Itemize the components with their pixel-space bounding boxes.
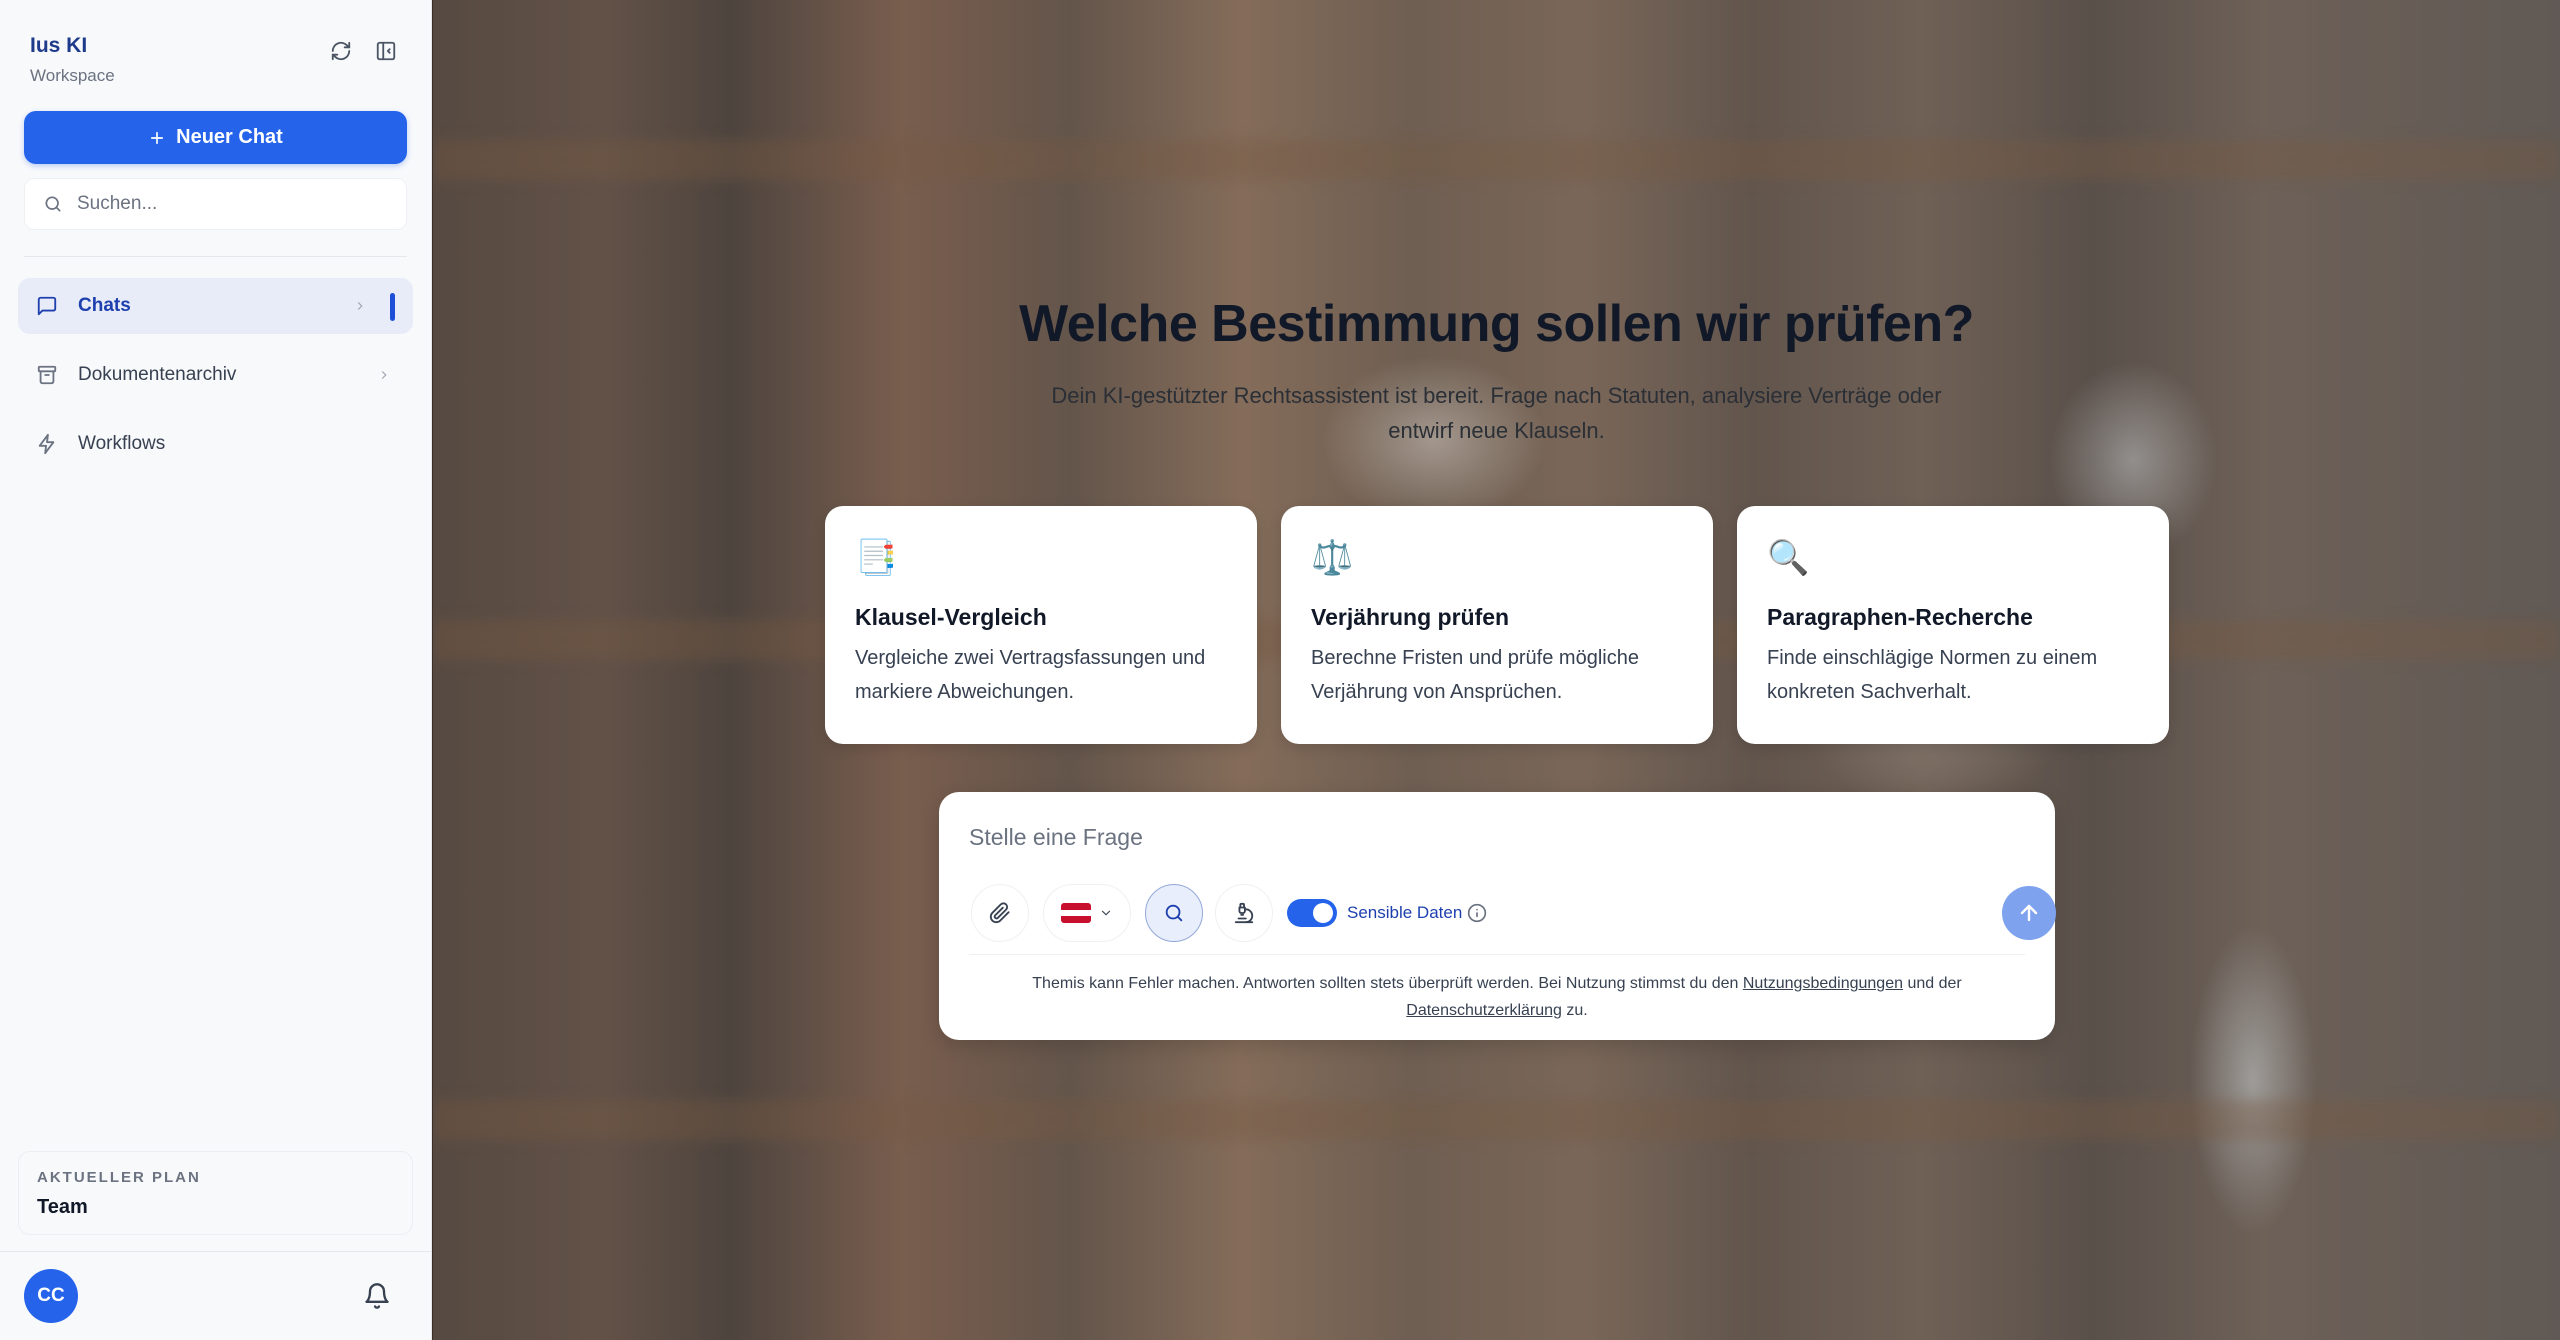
- sidebar: Ius KI Workspace Neuer Chat Chats Dokume…: [0, 0, 432, 1340]
- arrow-up-icon: [2020, 904, 2038, 922]
- plan-name: Team: [37, 1196, 88, 1218]
- composer-divider: [969, 954, 2025, 955]
- sidebar-toggle-icon[interactable]: [373, 38, 399, 64]
- sidebar-item-label: Workflows: [78, 433, 166, 454]
- sensitive-data-label: Sensible Daten: [1347, 903, 1463, 922]
- active-indicator: [390, 293, 395, 321]
- send-button[interactable]: [2002, 886, 2056, 940]
- paperclip-icon: [989, 902, 1010, 924]
- plus-icon: [151, 131, 164, 144]
- question-input[interactable]: [969, 824, 1969, 851]
- privacy-link[interactable]: Datenschutzerklärung: [1406, 1002, 1562, 1019]
- attach-button[interactable]: [971, 884, 1029, 942]
- archive-icon: [37, 365, 57, 385]
- terms-link[interactable]: Nutzungsbedingungen: [1743, 975, 1903, 992]
- message-square-icon: [37, 296, 57, 316]
- jurisdiction-select[interactable]: [1043, 884, 1131, 942]
- new-chat-button[interactable]: Neuer Chat: [24, 111, 407, 164]
- main-area: Welche Bestimmung sollen wir prüfen? Dei…: [433, 0, 2560, 1340]
- card-title: Klausel-Vergleich: [855, 604, 1047, 630]
- microscope-icon: [1234, 902, 1254, 924]
- sidebar-item-chats[interactable]: Chats: [18, 278, 413, 334]
- disclaimer: Themis kann Fehler machen. Antworten sol…: [999, 970, 1995, 1024]
- scales-icon: ⚖️: [1311, 539, 1354, 577]
- chat-composer: Sensible Daten Themis kann Fehler machen…: [939, 792, 2056, 1040]
- magnifier-icon: 🔍: [1767, 539, 1810, 577]
- brand-title: Ius KI: [30, 34, 88, 57]
- new-chat-label: Neuer Chat: [176, 126, 283, 148]
- brand: Ius KI Workspace: [30, 34, 115, 86]
- search-input[interactable]: [77, 193, 377, 215]
- card-description: Finde einschlägige Normen zu einem konkr…: [1767, 647, 2098, 703]
- card-description: Vergleiche zwei Vertragsfassungen und ma…: [855, 647, 1206, 703]
- hero-title: Welche Bestimmung sollen wir prüfen?: [1019, 295, 1974, 353]
- current-plan: AKTUELLER PLAN Team: [18, 1151, 413, 1235]
- card-description: Berechne Fristen und prüfe mögliche Verj…: [1311, 647, 1639, 703]
- suggestion-card-paragraphen-recherche[interactable]: 🔍 Paragraphen-Recherche Finde einschlägi…: [1737, 506, 2169, 744]
- suggestion-card-klausel-vergleich[interactable]: 📑 Klausel-Vergleich Vergleiche zwei Vert…: [825, 506, 1257, 744]
- brand-subtitle: Workspace: [30, 66, 115, 85]
- sidebar-item-workflows[interactable]: Workflows: [18, 416, 413, 472]
- search-box[interactable]: [24, 178, 407, 230]
- footer-divider: [0, 1251, 432, 1252]
- chevron-down-icon: [1101, 910, 1111, 916]
- card-title: Paragraphen-Recherche: [1767, 604, 2033, 630]
- web-search-button[interactable]: [1145, 884, 1203, 942]
- search-icon: [1165, 904, 1183, 922]
- chevron-right-icon: [381, 371, 387, 379]
- hero-subtitle: Dein KI-gestützter Rechtsassistent ist b…: [1051, 383, 1942, 443]
- disclaimer-text: und der: [1903, 975, 1962, 992]
- research-tool-button[interactable]: [1215, 884, 1273, 942]
- search-icon: [45, 196, 61, 212]
- sidebar-item-label: Dokumentenarchiv: [78, 364, 237, 385]
- avatar[interactable]: CC: [24, 1269, 78, 1323]
- austria-flag-icon: [1061, 903, 1091, 923]
- card-title: Verjährung prüfen: [1311, 604, 1510, 630]
- sidebar-item-dokumentenarchiv[interactable]: Dokumentenarchiv: [18, 347, 413, 403]
- lightning-icon: [38, 433, 55, 455]
- refresh-icon[interactable]: [328, 38, 354, 64]
- notifications-bell-icon[interactable]: [363, 1282, 393, 1312]
- suggestion-card-verjaehrung[interactable]: ⚖️ Verjährung prüfen Berechne Fristen un…: [1281, 506, 1713, 744]
- disclaimer-text: Themis kann Fehler machen. Antworten sol…: [1032, 975, 1743, 992]
- disclaimer-text: zu.: [1561, 1002, 1588, 1019]
- chevron-right-icon: [357, 302, 363, 310]
- sensitive-data-toggle[interactable]: [1287, 899, 1337, 927]
- sidebar-divider: [24, 256, 407, 257]
- sidebar-item-label: Chats: [78, 295, 131, 316]
- info-icon[interactable]: [1467, 903, 1487, 923]
- document-icon: 📑: [855, 539, 898, 577]
- plan-label: AKTUELLER PLAN: [37, 1169, 201, 1186]
